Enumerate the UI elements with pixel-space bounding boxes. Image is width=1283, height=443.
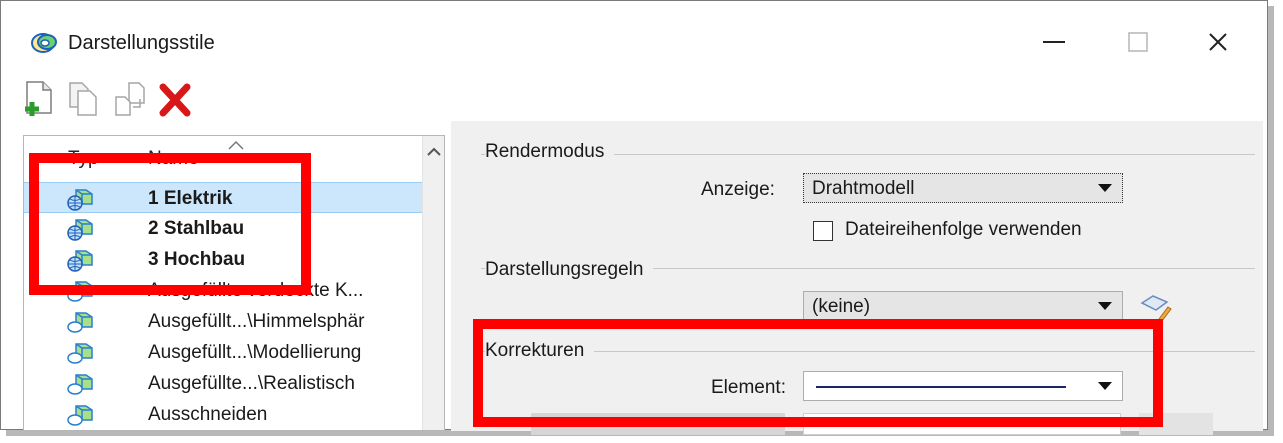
group-title-rendermodus: Rendermodus	[485, 141, 615, 163]
style-global-icon	[67, 250, 93, 272]
style-list: Typ Name 1 Elektrik 2 Stahlbau 3 Hochbau Au…	[23, 135, 445, 431]
list-item-label: 3 Hochbau	[148, 249, 246, 270]
display-rules-select[interactable]: (keine)	[803, 291, 1123, 321]
list-item[interactable]: Ausschneiden	[24, 399, 422, 430]
list-item[interactable]: Ausgefüllte verdeckte K...	[24, 275, 422, 306]
disabled-input[interactable]	[803, 413, 1121, 435]
style-icon	[67, 343, 93, 364]
minimize-button[interactable]	[1034, 24, 1074, 60]
list-item[interactable]: 1 Elektrik	[24, 182, 422, 213]
display-style-app-icon	[31, 33, 57, 53]
list-item-label: Ausgefüllt...\Modellierung	[148, 342, 362, 363]
list-item[interactable]: 2 Stahlbau	[24, 213, 422, 244]
group-title-korrekturen: Korrekturen	[485, 340, 595, 362]
style-global-icon	[67, 219, 93, 241]
toolbar	[21, 79, 421, 119]
divider-korrekturen	[481, 351, 1255, 352]
element-line-select[interactable]	[803, 371, 1123, 401]
list-item-label: Ausgefüllt...\Himmelsphär	[148, 311, 365, 332]
list-body: 1 Elektrik 2 Stahlbau 3 Hochbau Ausgefüllte…	[24, 182, 422, 430]
close-icon	[1209, 33, 1227, 51]
column-header-type[interactable]: Typ	[68, 148, 99, 170]
style-icon	[67, 405, 93, 426]
import-style-button[interactable]	[111, 79, 149, 119]
disabled-select[interactable]	[1139, 413, 1213, 435]
delete-style-button[interactable]	[157, 79, 195, 119]
list-item-label: 1 Elektrik	[148, 188, 233, 209]
window-title: Darstellungsstile	[68, 32, 215, 54]
import-style-icon	[115, 82, 145, 116]
list-item-label: Ausgefüllte verdeckte K...	[148, 280, 364, 301]
chevron-down-icon	[1098, 184, 1112, 192]
file-order-label: Dateireihenfolge verwenden	[845, 219, 1082, 240]
group-title-darstellungsregeln: Darstellungsregeln	[485, 259, 654, 281]
element-label: Element:	[711, 377, 786, 398]
display-rules-value: (keine)	[812, 296, 871, 317]
maximize-icon	[1128, 32, 1148, 52]
file-order-checkbox[interactable]	[813, 221, 833, 241]
new-style-icon	[25, 81, 52, 116]
column-header-name[interactable]: Name	[148, 148, 199, 170]
list-item-label: Ausgefüllte...\Realistisch	[148, 373, 355, 394]
list-scrollbar[interactable]	[422, 136, 445, 430]
sort-ascending-icon	[228, 140, 244, 150]
display-mode-select[interactable]: Drahtmodell	[803, 173, 1123, 203]
list-item[interactable]: 3 Hochbau	[24, 244, 422, 275]
list-item[interactable]: Ausgefüllt...\Himmelsphär	[24, 306, 422, 337]
edit-rules-icon[interactable]	[1139, 293, 1173, 323]
list-item[interactable]: Ausgefüllt...\Modellierung	[24, 337, 422, 368]
line-style-sample	[816, 386, 1066, 388]
style-icon	[67, 374, 93, 395]
display-mode-value: Drahtmodell	[812, 178, 915, 199]
list-header: Typ Name	[24, 136, 422, 176]
minimize-icon	[1043, 41, 1065, 43]
new-style-button[interactable]	[21, 79, 59, 119]
list-item-label: 2 Stahlbau	[148, 218, 245, 239]
style-global-icon	[67, 189, 93, 211]
style-settings-panel: Rendermodus Anzeige: Drahtmodell Dateire…	[451, 121, 1263, 435]
close-button[interactable]	[1198, 24, 1238, 60]
style-icon	[67, 312, 93, 333]
disabled-field-row	[531, 413, 785, 435]
list-item-label: Ausschneiden	[148, 404, 268, 425]
copy-style-button[interactable]	[65, 79, 103, 119]
copy-style-icon	[69, 82, 97, 116]
display-label: Anzeige:	[701, 179, 775, 200]
delete-icon	[159, 83, 191, 117]
chevron-down-icon	[1098, 382, 1112, 390]
chevron-down-icon	[1098, 302, 1112, 310]
style-icon	[67, 281, 93, 302]
dialog-window: Darstellungsstile Typ Name 1 Elektrik 2 …	[0, 0, 1268, 435]
maximize-button[interactable]	[1118, 24, 1158, 60]
list-item[interactable]: Ausgefüllte...\Realistisch	[24, 368, 422, 399]
title-bar: Darstellungsstile	[2, 2, 1266, 72]
scroll-up-icon[interactable]	[423, 142, 445, 162]
